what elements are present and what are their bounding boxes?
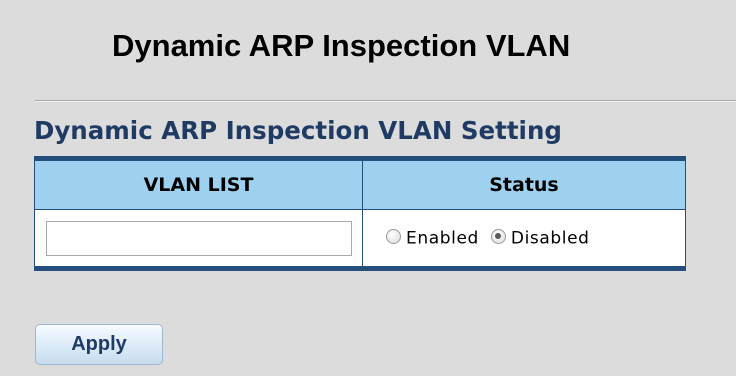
- section-title: Dynamic ARP Inspection VLAN Setting: [34, 116, 562, 145]
- vlan-list-input[interactable]: [46, 220, 352, 256]
- vlan-setting-table: VLAN LIST Status Enabled Disabled: [34, 156, 686, 271]
- column-header-vlan-list: VLAN LIST: [34, 158, 363, 210]
- apply-button[interactable]: Apply: [35, 324, 163, 365]
- page-title: Dynamic ARP Inspection VLAN: [112, 28, 571, 63]
- status-enabled-radio[interactable]: [386, 228, 401, 244]
- status-cell: Enabled Disabled: [362, 209, 686, 269]
- column-header-status: Status: [362, 158, 686, 210]
- title-divider: [35, 100, 736, 102]
- vlan-list-cell: [34, 209, 363, 269]
- status-disabled-radio[interactable]: [490, 228, 506, 244]
- status-disabled-label[interactable]: Disabled: [511, 228, 590, 248]
- status-enabled-label[interactable]: Enabled: [406, 228, 479, 248]
- table-header-row: VLAN LIST Status: [34, 158, 686, 210]
- table-row: Enabled Disabled: [34, 209, 686, 269]
